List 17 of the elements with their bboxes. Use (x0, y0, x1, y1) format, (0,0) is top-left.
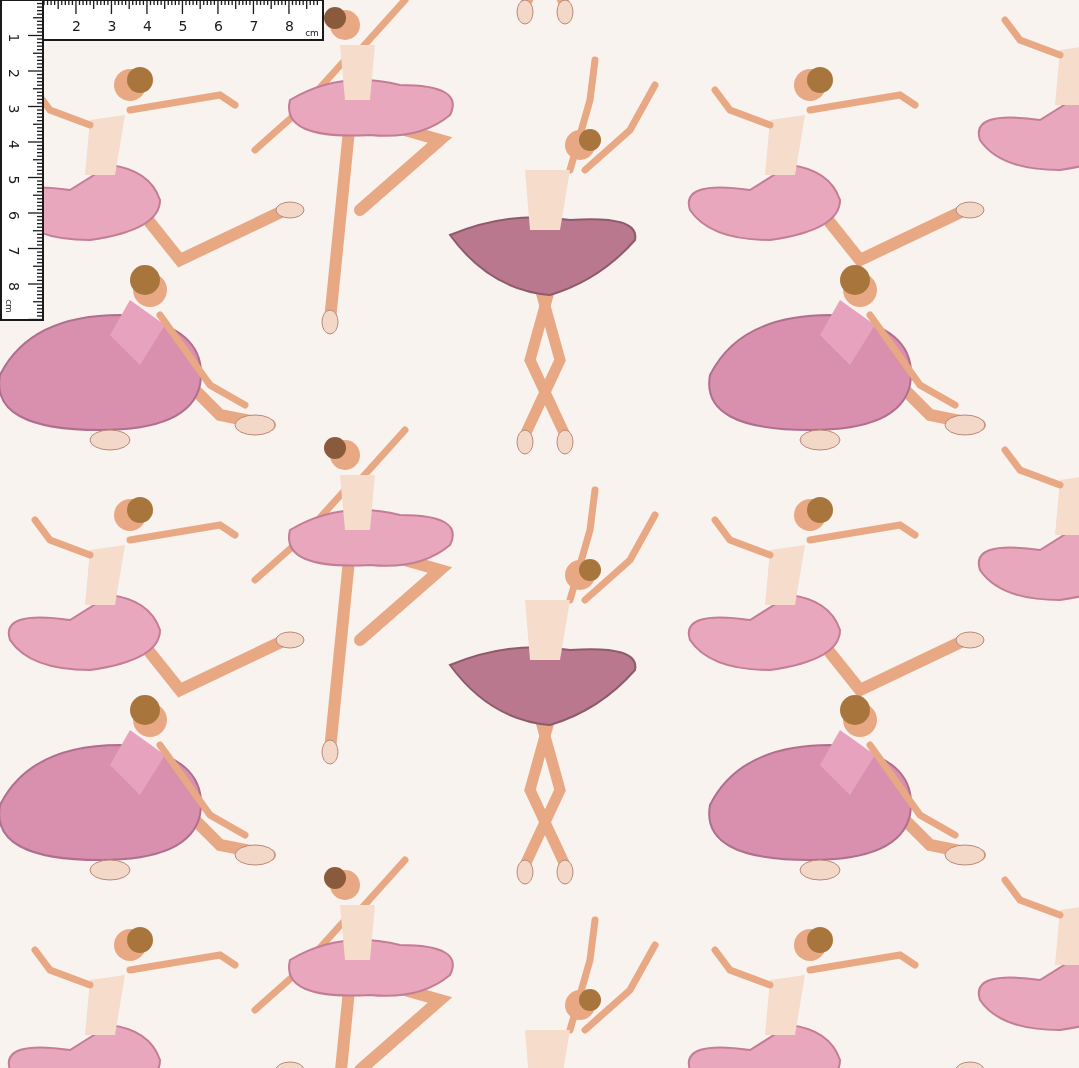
ruler-number: 7 (6, 246, 22, 256)
ruler-number: 3 (107, 18, 117, 34)
ruler-unit: cm (4, 299, 14, 313)
ruler-number: 7 (249, 18, 259, 34)
ruler-number: 4 (143, 18, 152, 34)
ruler-number: 2 (6, 69, 22, 78)
ruler-unit: cm (305, 28, 319, 38)
ruler-number: 3 (6, 104, 22, 114)
ruler-number: 8 (285, 18, 294, 34)
ruler-number: 5 (178, 18, 188, 34)
ruler-number: 2 (72, 18, 81, 34)
ruler-number: 6 (6, 211, 22, 220)
ruler-number: 5 (6, 175, 22, 185)
ruler-number: 8 (6, 282, 22, 291)
ruler-number: 6 (214, 18, 223, 34)
ruler-number: 1 (6, 33, 22, 43)
ruler-number: 4 (6, 140, 22, 149)
